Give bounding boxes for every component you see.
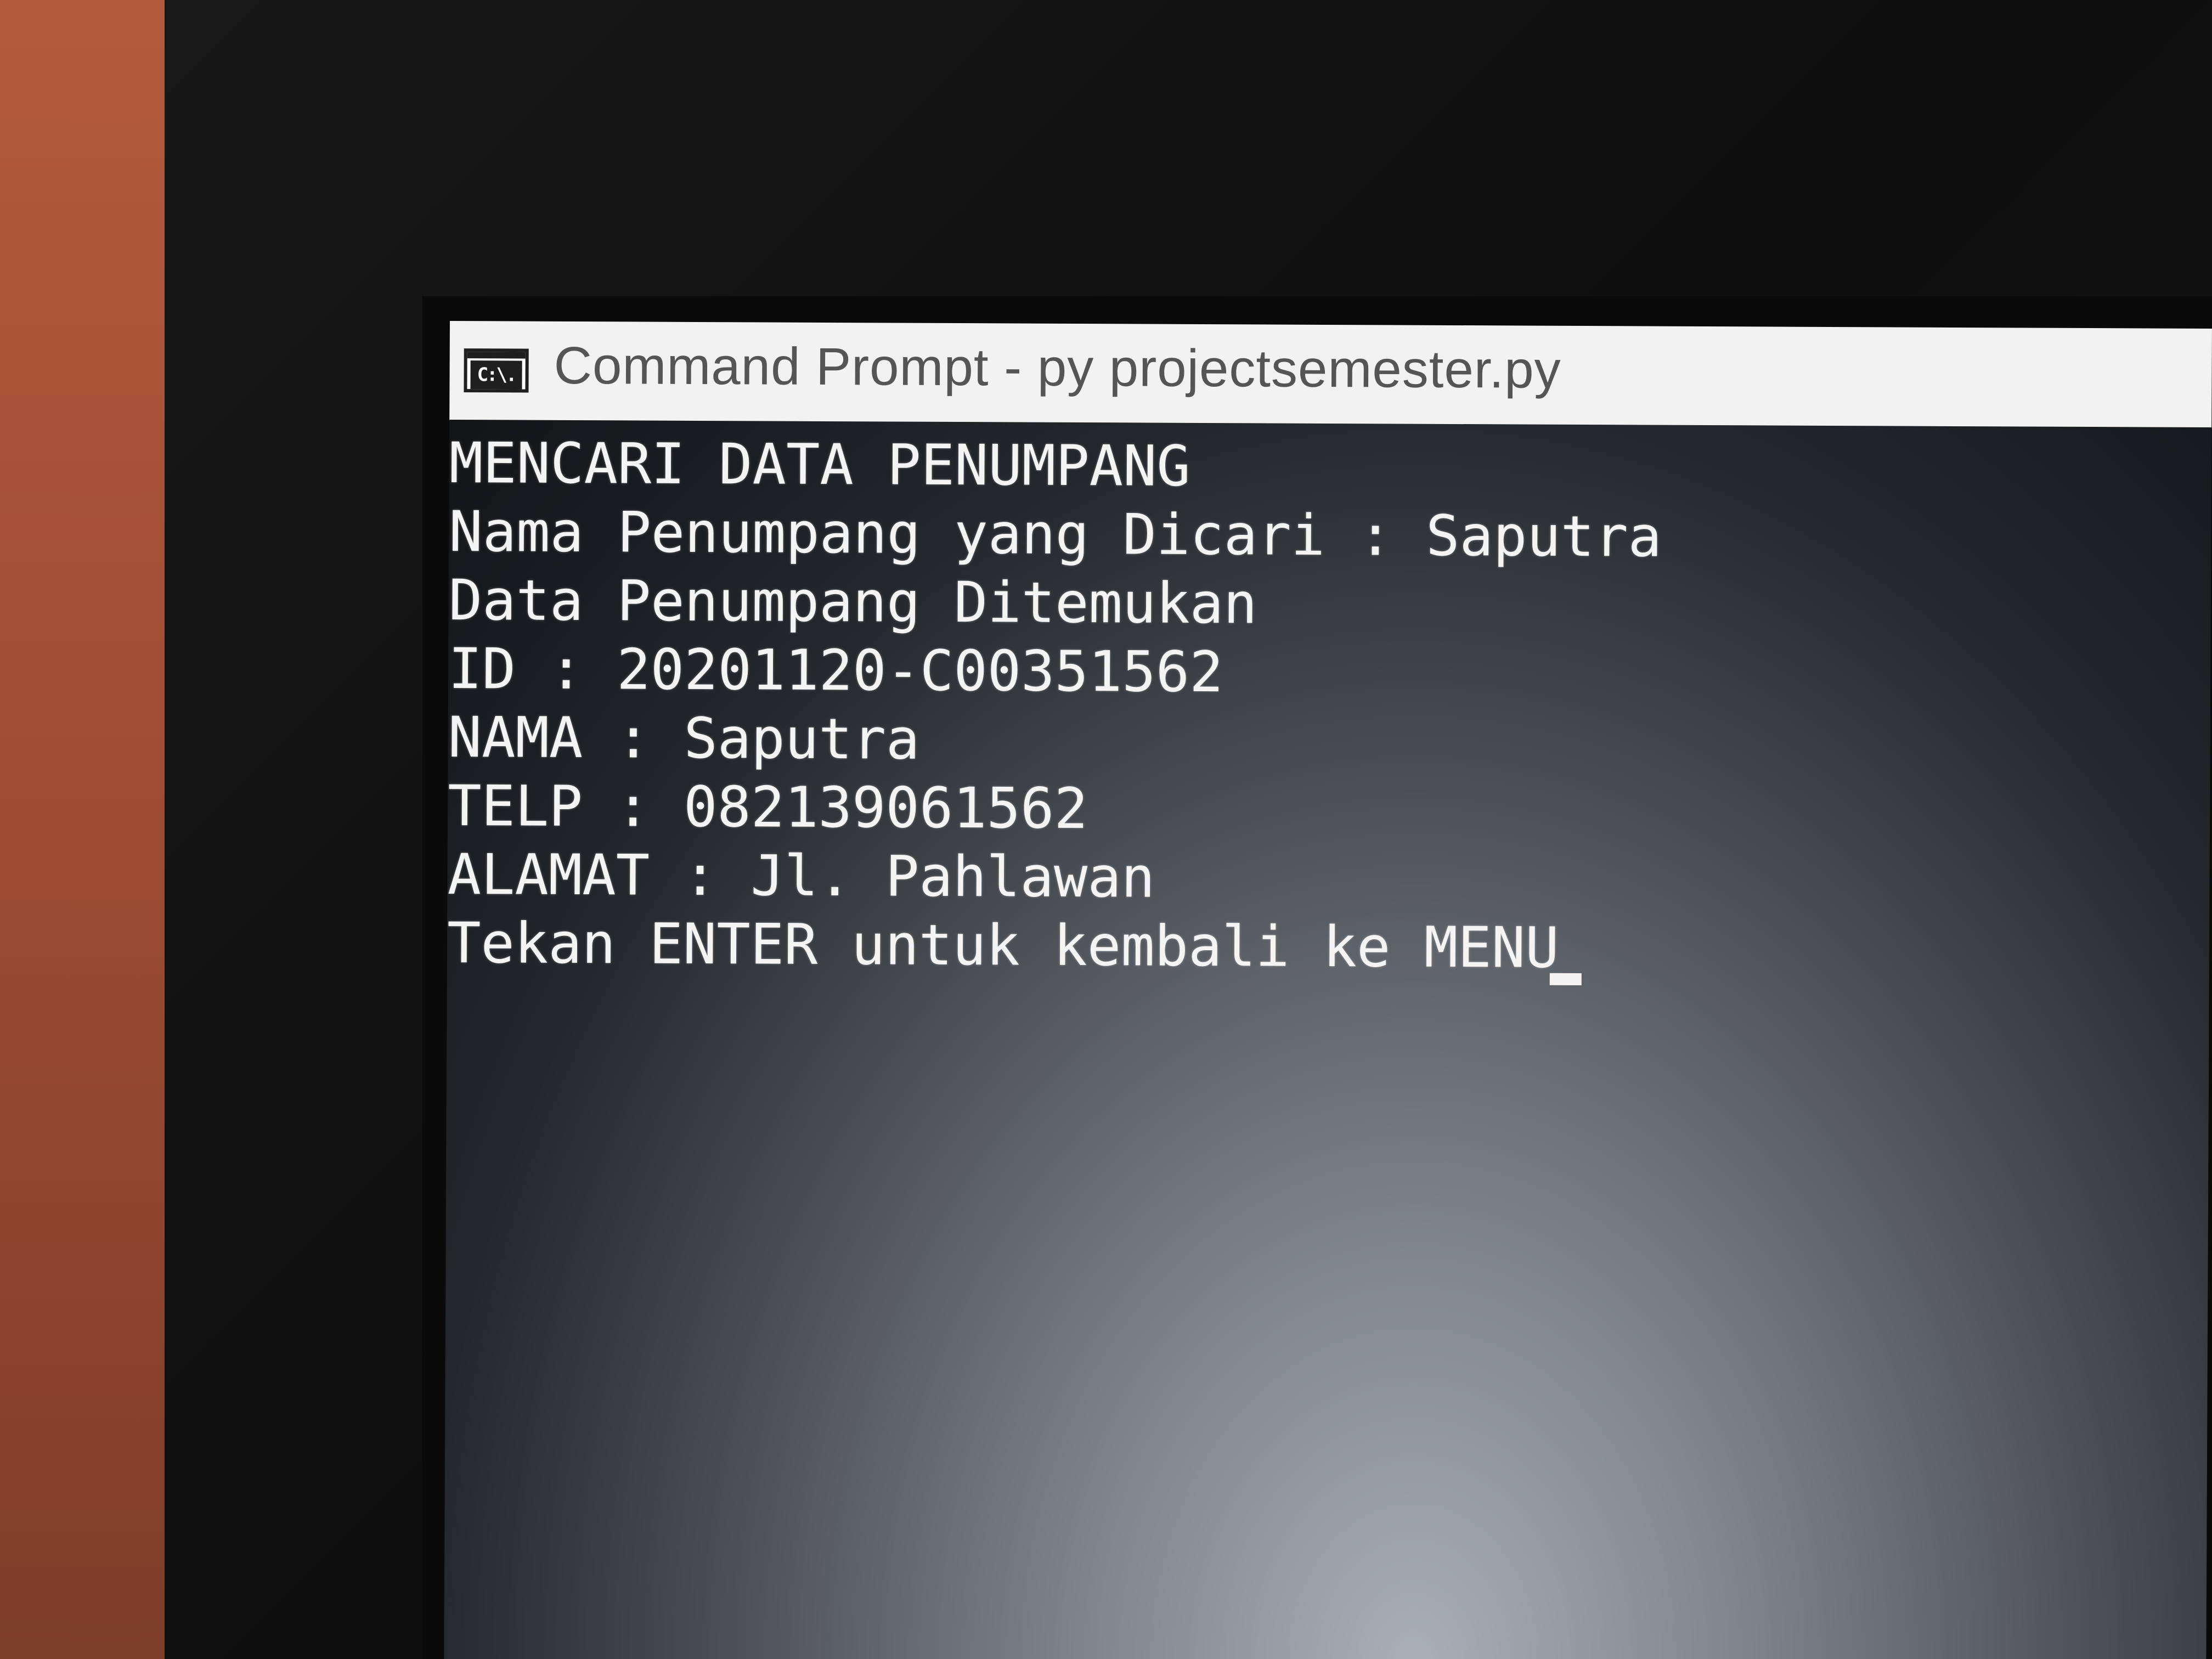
window-title: Command Prompt - py projectsemester.py [554,336,1561,399]
console-output[interactable]: MENCARI DATA PENUMPANG Nama Penumpang ya… [444,419,2212,1659]
desk-surface [0,0,181,1659]
title-bar[interactable]: C:\. Command Prompt - py projectsemester… [449,321,2212,429]
icon-top-bar [467,352,526,359]
console-line-heading: MENCARI DATA PENUMPANG [449,430,1191,499]
console-line-telp: TELP : 082139061562 [447,773,1088,842]
text-cursor [1549,973,1582,986]
photo-scene: C:\. Command Prompt - py projectsemester… [0,0,2212,1659]
command-prompt-window[interactable]: C:\. Command Prompt - py projectsemester… [444,321,2212,1659]
console-line-search-name: Nama Penumpang yang Dicari : Saputra [449,499,1662,570]
command-prompt-icon[interactable]: C:\. [464,348,529,393]
console-line-id: ID : 20201120-C00351562 [448,636,1223,706]
icon-screen: C:\. [470,360,522,390]
console-line-prompt: Tekan ENTER untuk kembali ke MENU [447,910,1559,981]
console-line-nama: NAMA : Saputra [448,704,920,772]
console-line-alamat: ALAMAT : Jl. Pahlawan [447,842,1155,911]
console-line-found: Data Penumpang Ditemukan [448,567,1257,637]
